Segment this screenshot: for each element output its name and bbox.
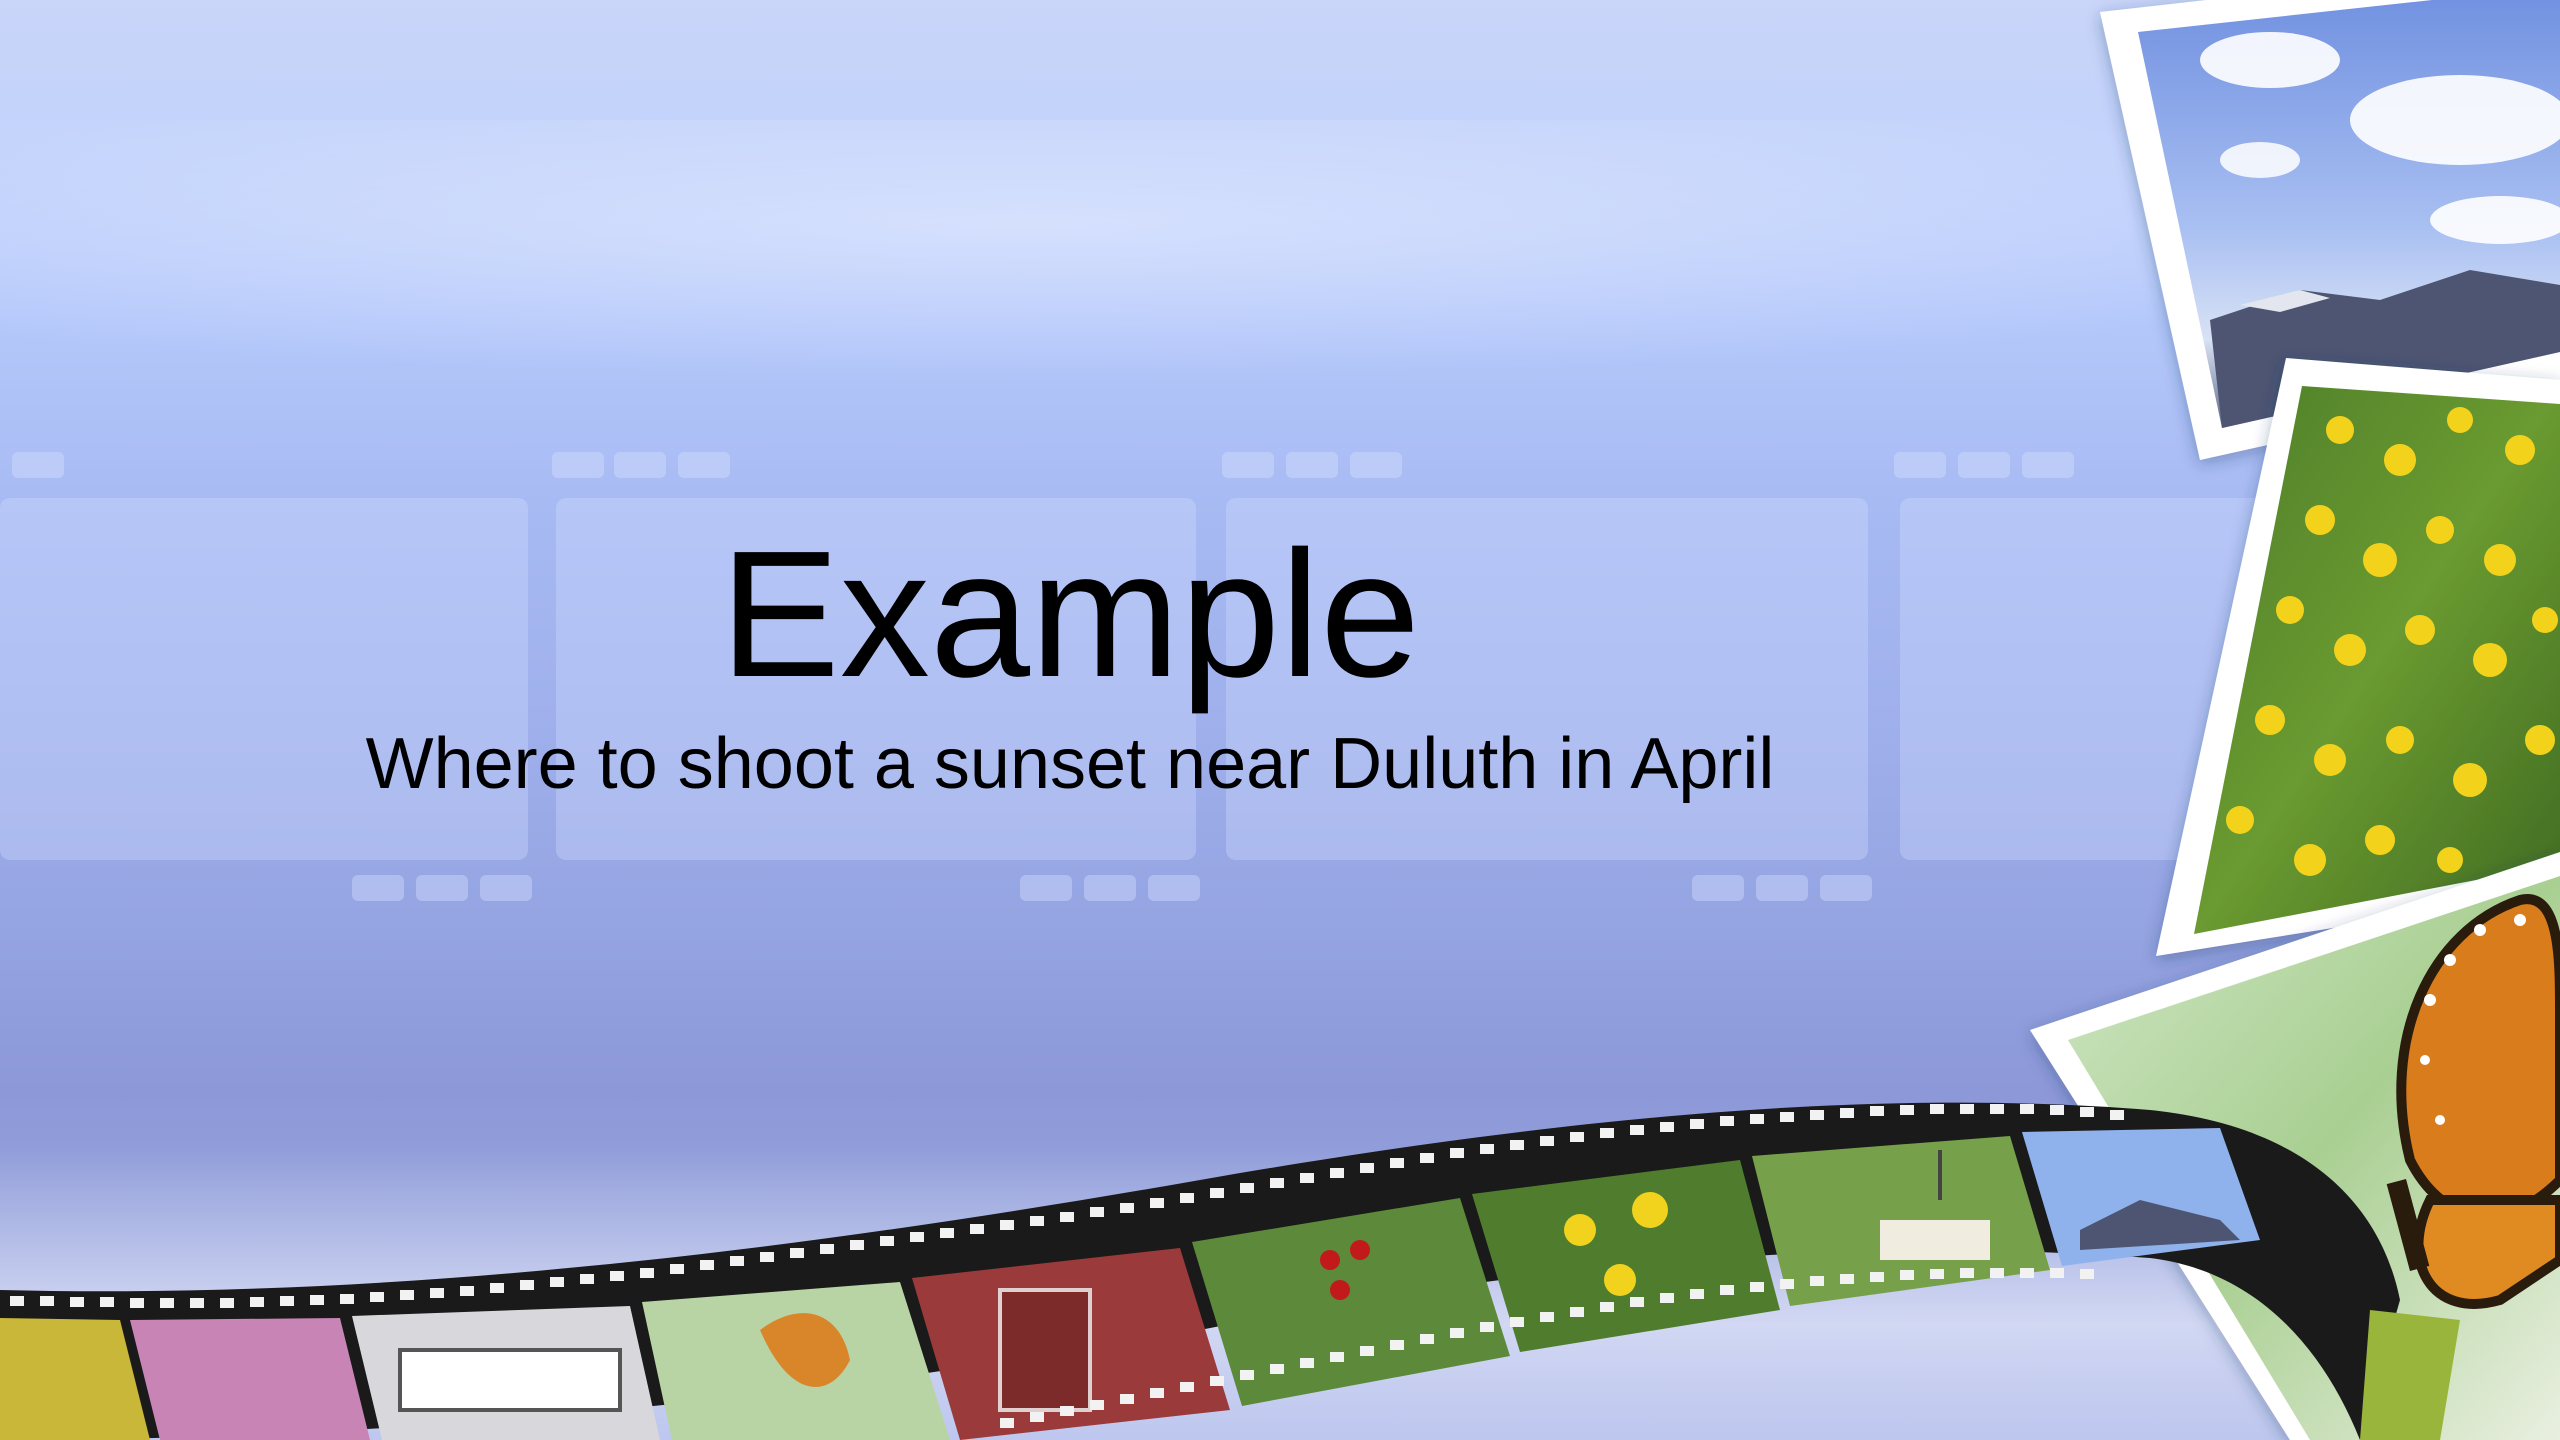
- slide-subtitle: Where to shoot a sunset near Duluth in A…: [365, 724, 1775, 804]
- film-frame: [352, 1306, 660, 1440]
- film-strip: [0, 1102, 2460, 1440]
- film-frame: [130, 1318, 370, 1440]
- slide-title: Example: [719, 514, 1421, 715]
- film-frame: [1752, 1136, 2050, 1306]
- film-frame: [642, 1282, 950, 1440]
